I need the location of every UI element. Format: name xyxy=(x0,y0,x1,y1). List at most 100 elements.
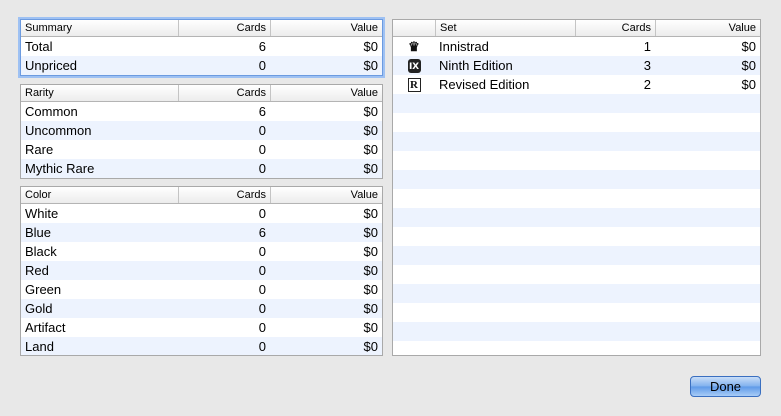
row-value: $0 xyxy=(363,39,378,54)
row-value: $0 xyxy=(363,263,378,278)
row-value: $0 xyxy=(363,142,378,157)
cards-column-header[interactable]: Cards xyxy=(178,20,270,36)
table-row[interactable]: Uncommon 0 $0 xyxy=(21,121,382,140)
rarity-table[interactable]: Rarity Cards Value Common 6 $0 Uncommon 0 $0 R… xyxy=(20,84,383,179)
sets-table[interactable]: Set Cards Value ♛ Innistrad 1 $0 Ⅸ Ninth Edit… xyxy=(392,19,761,356)
innistrad-set-icon: ♛ xyxy=(408,38,420,54)
set-cards-count: 2 xyxy=(643,77,651,92)
row-value: $0 xyxy=(363,320,378,335)
row-cards-count: 0 xyxy=(258,282,266,297)
sets-table-header: Set Cards Value xyxy=(393,20,760,37)
cards-column-header[interactable]: Cards xyxy=(178,85,270,101)
table-row[interactable]: Rare 0 $0 xyxy=(21,140,382,159)
value-column-header[interactable]: Value xyxy=(270,20,382,36)
table-row[interactable]: Unpriced 0 $0 xyxy=(21,56,382,75)
ninth-edition-set-icon: Ⅸ xyxy=(407,58,421,73)
set-cards-count: 3 xyxy=(643,58,651,73)
empty-table-row xyxy=(393,151,760,170)
innistrad-icon-cell: ♛ xyxy=(393,37,435,56)
table-row[interactable]: Black 0 $0 xyxy=(21,242,382,261)
ninth-edition-icon-cell: Ⅸ xyxy=(393,56,435,75)
row-cards-count: 0 xyxy=(258,263,266,278)
empty-table-row xyxy=(393,341,760,355)
cards-column-header[interactable]: Cards xyxy=(178,187,270,203)
row-value: $0 xyxy=(363,339,378,354)
set-name: Innistrad xyxy=(439,39,489,54)
revised-edition-set-icon: R xyxy=(407,77,421,92)
row-label: Gold xyxy=(25,301,53,316)
empty-table-row xyxy=(393,189,760,208)
summary-column-header[interactable]: Summary xyxy=(21,20,178,36)
empty-table-row xyxy=(393,132,760,151)
row-label: Artifact xyxy=(25,320,66,335)
row-label: Black xyxy=(25,244,57,259)
row-cards-count: 6 xyxy=(258,225,266,240)
table-row[interactable]: Mythic Rare 0 $0 xyxy=(21,159,382,178)
table-row[interactable]: White 0 $0 xyxy=(21,204,382,223)
table-row[interactable]: Land 0 $0 xyxy=(21,337,382,355)
row-cards-count: 0 xyxy=(258,320,266,335)
table-row[interactable]: R Revised Edition 2 $0 xyxy=(393,75,760,94)
row-cards-count: 6 xyxy=(258,104,266,119)
row-label: Green xyxy=(25,282,62,297)
table-row[interactable]: ♛ Innistrad 1 $0 xyxy=(393,37,760,56)
row-value: $0 xyxy=(363,282,378,297)
row-cards-count: 0 xyxy=(258,244,266,259)
set-value: $0 xyxy=(741,58,756,73)
row-cards-count: 0 xyxy=(258,339,266,354)
summary-table[interactable]: Summary Cards Value Total 6 $0 Unpriced 0 $0 xyxy=(20,19,383,76)
row-label: Unpriced xyxy=(25,58,78,73)
empty-table-row xyxy=(393,94,760,113)
empty-table-row xyxy=(393,322,760,341)
cards-column-header[interactable]: Cards xyxy=(575,20,655,36)
row-label: Uncommon xyxy=(25,123,92,138)
row-value: $0 xyxy=(363,244,378,259)
table-row[interactable]: Gold 0 $0 xyxy=(21,299,382,318)
table-row[interactable]: Artifact 0 $0 xyxy=(21,318,382,337)
row-value: $0 xyxy=(363,225,378,240)
rarity-column-header[interactable]: Rarity xyxy=(21,85,178,101)
revised-edition-icon-cell: R xyxy=(393,75,435,94)
empty-table-row xyxy=(393,246,760,265)
row-label: Mythic Rare xyxy=(25,161,95,176)
color-table[interactable]: Color Cards Value White 0 $0 Blue 6 $0 Black 0 $… xyxy=(20,186,383,356)
empty-table-row xyxy=(393,208,760,227)
empty-table-row xyxy=(393,303,760,322)
summary-table-body: Total 6 $0 Unpriced 0 $0 xyxy=(21,37,382,75)
color-column-header[interactable]: Color xyxy=(21,187,178,203)
set-name: Ninth Edition xyxy=(439,58,513,73)
done-button[interactable]: Done xyxy=(690,376,761,397)
value-column-header[interactable]: Value xyxy=(270,187,382,203)
empty-table-row xyxy=(393,284,760,303)
row-label: Blue xyxy=(25,225,52,240)
table-row[interactable]: Total 6 $0 xyxy=(21,37,382,56)
table-row[interactable]: Common 6 $0 xyxy=(21,102,382,121)
table-row[interactable]: Ⅸ Ninth Edition 3 $0 xyxy=(393,56,760,75)
row-label: Rare xyxy=(25,142,54,157)
value-column-header[interactable]: Value xyxy=(655,20,760,36)
table-row[interactable]: Red 0 $0 xyxy=(21,261,382,280)
row-value: $0 xyxy=(363,58,378,73)
row-label: Red xyxy=(25,263,49,278)
row-value: $0 xyxy=(363,104,378,119)
row-value: $0 xyxy=(363,206,378,221)
row-label: Common xyxy=(25,104,78,119)
value-column-header[interactable]: Value xyxy=(270,85,382,101)
empty-table-row xyxy=(393,227,760,246)
table-row[interactable]: Green 0 $0 xyxy=(21,280,382,299)
row-label: White xyxy=(25,206,59,221)
table-row[interactable]: Blue 6 $0 xyxy=(21,223,382,242)
row-label: Total xyxy=(25,39,53,54)
set-cards-count: 1 xyxy=(643,39,651,54)
row-cards-count: 6 xyxy=(258,39,266,54)
summary-table-header: Summary Cards Value xyxy=(21,20,382,37)
row-cards-count: 0 xyxy=(258,161,266,176)
set-icon-column-header[interactable] xyxy=(393,20,435,36)
set-value: $0 xyxy=(741,39,756,54)
set-column-header[interactable]: Set xyxy=(435,20,575,36)
empty-table-row xyxy=(393,170,760,189)
rarity-table-header: Rarity Cards Value xyxy=(21,85,382,102)
set-value: $0 xyxy=(741,77,756,92)
color-table-body: White 0 $0 Blue 6 $0 Black 0 $0 Red 0 $0 Green 0 $0 Gol… xyxy=(21,204,382,355)
row-cards-count: 0 xyxy=(258,142,266,157)
